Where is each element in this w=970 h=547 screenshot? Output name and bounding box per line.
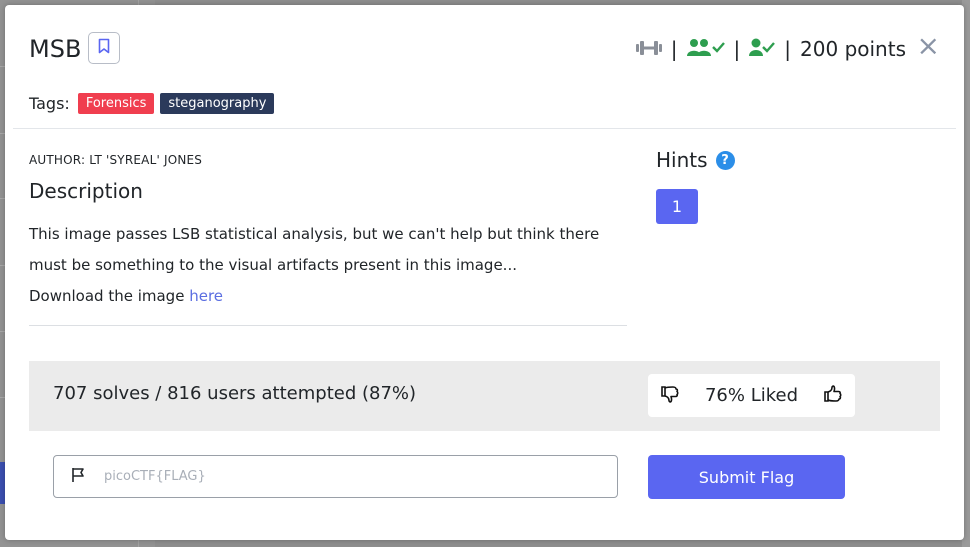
hints-label: Hints <box>656 148 708 172</box>
liked-percentage: 76% Liked <box>704 385 799 406</box>
description-divider <box>29 325 627 326</box>
user-check-icon <box>749 37 776 61</box>
tag-steganography[interactable]: steganography <box>160 93 275 114</box>
bookmark-icon <box>98 38 110 58</box>
thumbs-up-icon[interactable] <box>823 384 843 408</box>
submit-flag-button[interactable]: Submit Flag <box>648 455 845 499</box>
author-line: AUTHOR: LT 'SYREAL' JONES <box>29 153 203 167</box>
header-divider <box>13 128 956 129</box>
description-body: This image passes LSB statistical analys… <box>29 219 635 312</box>
hint-button-1[interactable]: 1 <box>656 189 698 224</box>
flag-input-field[interactable] <box>53 455 618 498</box>
tags-row: Tags: Forensics steganography <box>29 93 275 114</box>
description-text: This image passes LSB statistical analys… <box>29 225 600 274</box>
rating-box: 76% Liked <box>648 374 855 417</box>
challenge-meta: | | | 200 points <box>635 37 906 61</box>
close-icon[interactable]: × <box>917 32 940 60</box>
stats-bar: 707 solves / 816 users attempted (87%) 7… <box>29 361 940 431</box>
challenge-title: MSB <box>29 35 82 63</box>
dumbbell-icon <box>635 37 662 61</box>
tags-label: Tags: <box>29 94 70 113</box>
users-check-icon <box>686 37 725 61</box>
flag-icon <box>70 467 86 487</box>
hints-heading: Hints ? <box>656 148 735 172</box>
bookmark-button[interactable] <box>88 32 120 64</box>
download-prefix: Download the image <box>29 287 190 305</box>
solves-text: 707 solves / 816 users attempted (87%) <box>53 383 417 404</box>
points-label: 200 points <box>800 37 906 61</box>
challenge-modal: MSB | | | 200 points × Tags: Forensics s… <box>5 5 964 540</box>
thumbs-down-icon[interactable] <box>660 384 680 408</box>
description-heading: Description <box>29 179 143 203</box>
download-link[interactable]: here <box>189 287 223 305</box>
help-icon[interactable]: ? <box>715 150 735 170</box>
flag-input[interactable] <box>102 468 586 485</box>
tag-forensics[interactable]: Forensics <box>77 93 155 114</box>
